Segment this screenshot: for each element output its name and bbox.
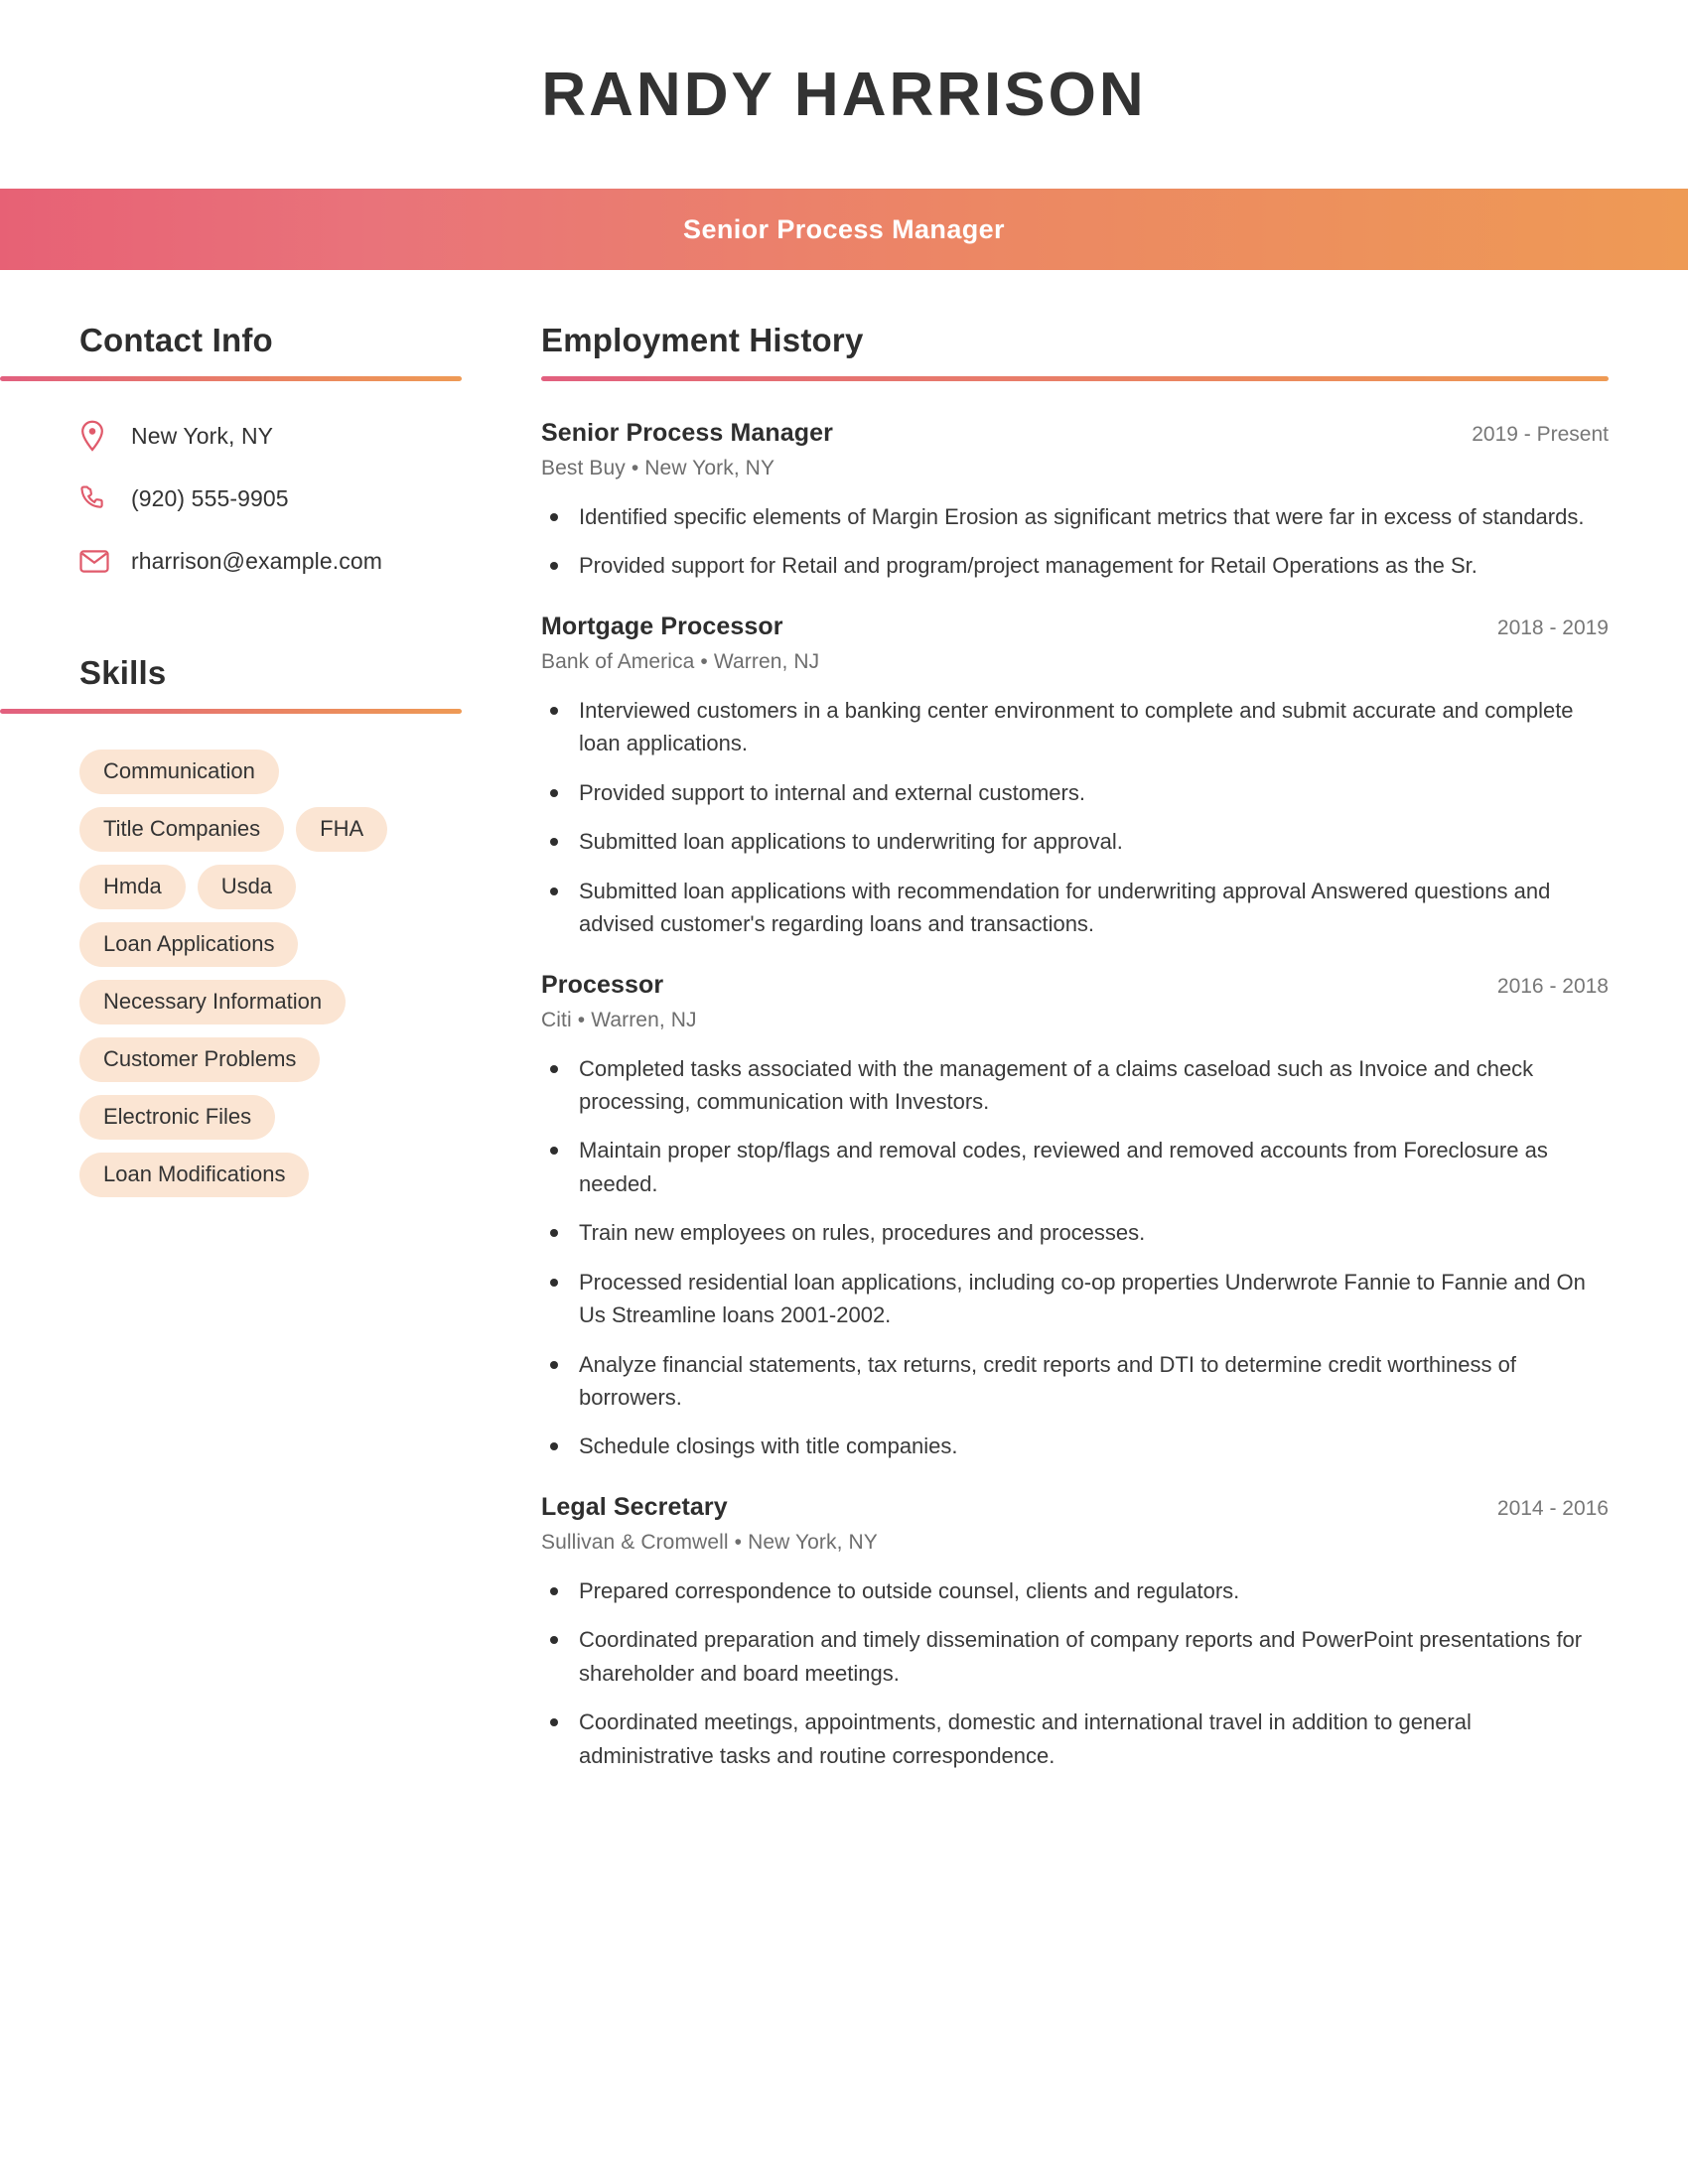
- contact-info-heading: Contact Info: [79, 322, 273, 358]
- job-bullet: Analyze financial statements, tax return…: [541, 1348, 1594, 1415]
- contact-item-location: New York, NY: [79, 419, 526, 453]
- skill-pill: FHA: [296, 807, 388, 852]
- job-company-location: Best Buy • New York, NY: [541, 457, 1609, 480]
- job-bullet: Coordinated meetings, appointments, dome…: [541, 1706, 1594, 1772]
- candidate-name: RANDY HARRISON: [541, 60, 1147, 129]
- skill-pill: Usda: [197, 865, 297, 909]
- contact-item-email: rharrison@example.com: [79, 544, 526, 578]
- job-bullet: Completed tasks associated with the mana…: [541, 1052, 1594, 1119]
- meta-separator: •: [631, 457, 639, 479]
- job-bullet: Interviewed customers in a banking cente…: [541, 694, 1594, 760]
- contact-location-value: New York, NY: [131, 422, 274, 449]
- job-bullet: Prepared correspondence to outside couns…: [541, 1574, 1594, 1607]
- employment-history-heading: Employment History: [541, 322, 864, 358]
- skills-section: Skills Communication Title Companies FHA Hm…: [0, 654, 526, 1197]
- meta-separator: •: [700, 649, 708, 673]
- job-location: New York, NY: [748, 1530, 878, 1554]
- contact-item-phone: (920) 555-9905: [79, 481, 526, 515]
- skill-pill: Title Companies: [79, 807, 285, 852]
- employment-history-list: Senior Process Manager 2019 - Present Best…: [541, 419, 1609, 1772]
- job-bullet: Submitted loan applications with recomme…: [541, 875, 1594, 941]
- job-title: Mortgage Processor: [541, 612, 783, 640]
- meta-separator: •: [734, 1530, 743, 1554]
- job-bullet: Provided support for Retail and program/…: [541, 549, 1594, 582]
- job-bullet-list: Prepared correspondence to outside couns…: [541, 1574, 1609, 1772]
- contact-phone-value: (920) 555-9905: [131, 484, 289, 511]
- job-title: Senior Process Manager: [541, 419, 833, 447]
- job-company-location: Citi • Warren, NJ: [541, 1009, 1609, 1032]
- job-company-location: Sullivan & Cromwell • New York, NY: [541, 1531, 1609, 1555]
- skill-pill: Hmda: [79, 865, 186, 909]
- job-location: Warren, NJ: [713, 649, 820, 673]
- job-entry: Mortgage Processor 2018 - 2019 Bank of Ame…: [541, 613, 1609, 941]
- job-bullet-list: Identified specific elements of Margin E…: [541, 500, 1609, 583]
- job-bullet: Coordinated preparation and timely disse…: [541, 1623, 1594, 1690]
- sidebar: Contact Info New York, NY (920) 555-9905…: [0, 322, 526, 1197]
- job-bullet: Identified specific elements of Margin E…: [541, 500, 1594, 533]
- job-company: Citi: [541, 1008, 572, 1031]
- resume-header: RANDY HARRISON: [0, 0, 1688, 189]
- meta-separator: •: [577, 1008, 586, 1031]
- main-content: Employment History Senior Process Manage…: [526, 322, 1688, 1802]
- skills-divider: [0, 709, 462, 714]
- job-entry: Processor 2016 - 2018 Citi • Warren, NJ Compl…: [541, 971, 1609, 1463]
- job-header: Processor 2016 - 2018: [541, 971, 1609, 1000]
- job-company-location: Bank of America • Warren, NJ: [541, 650, 1609, 674]
- job-entry: Senior Process Manager 2019 - Present Best…: [541, 419, 1609, 583]
- skill-pill: Loan Modifications: [79, 1153, 310, 1197]
- phone-icon: [79, 484, 117, 512]
- job-bullet: Processed residential loan applications,…: [541, 1266, 1594, 1332]
- job-header: Legal Secretary 2014 - 2016: [541, 1493, 1609, 1522]
- resume-page: RANDY HARRISON Senior Process Manager Co…: [0, 0, 1688, 2184]
- job-dates: 2018 - 2019: [1496, 615, 1609, 639]
- resume-body: Contact Info New York, NY (920) 555-9905…: [0, 270, 1688, 1802]
- header-title-band: Senior Process Manager: [0, 189, 1688, 270]
- skill-pill: Loan Applications: [79, 922, 299, 967]
- skills-list: Communication Title Companies FHA Hmda Usda L…: [0, 750, 467, 1197]
- skills-heading: Skills: [79, 654, 167, 691]
- location-pin-icon: [79, 420, 117, 452]
- job-bullet-list: Completed tasks associated with the mana…: [541, 1052, 1609, 1463]
- contact-list: New York, NY (920) 555-9905 rharrison@ex…: [0, 419, 526, 578]
- skill-pill: Necessary Information: [79, 980, 347, 1024]
- employment-history-divider: [541, 376, 1609, 381]
- skill-pill: Electronic Files: [79, 1095, 276, 1140]
- job-bullet: Maintain proper stop/flags and removal c…: [541, 1134, 1594, 1200]
- job-dates: 2014 - 2016: [1496, 1496, 1609, 1520]
- skill-pill: Communication: [79, 750, 279, 794]
- job-title: Processor: [541, 970, 664, 999]
- job-bullet: Provided support to internal and externa…: [541, 776, 1594, 809]
- job-dates: 2019 - Present: [1472, 423, 1609, 446]
- contact-info-divider: [0, 376, 462, 381]
- job-company: Sullivan & Cromwell: [541, 1530, 729, 1554]
- job-bullet: Submitted loan applications to underwrit…: [541, 825, 1594, 858]
- job-entry: Legal Secretary 2014 - 2016 Sullivan & Cro…: [541, 1493, 1609, 1772]
- job-company: Bank of America: [541, 649, 695, 673]
- job-bullet-list: Interviewed customers in a banking cente…: [541, 694, 1609, 941]
- envelope-icon: [79, 549, 117, 574]
- contact-email-value: rharrison@example.com: [131, 547, 382, 574]
- job-header: Mortgage Processor 2018 - 2019: [541, 613, 1609, 641]
- candidate-job-title: Senior Process Manager: [683, 213, 1005, 244]
- job-company: Best Buy: [541, 457, 626, 479]
- job-bullet: Schedule closings with title companies.: [541, 1430, 1594, 1462]
- skill-pill: Customer Problems: [79, 1037, 321, 1082]
- job-dates: 2016 - 2018: [1496, 974, 1609, 998]
- job-location: New York, NY: [644, 457, 775, 479]
- contact-info-section: Contact Info New York, NY (920) 555-9905…: [0, 322, 526, 578]
- job-location: Warren, NJ: [591, 1008, 697, 1031]
- job-header: Senior Process Manager 2019 - Present: [541, 419, 1609, 448]
- job-title: Legal Secretary: [541, 1492, 728, 1521]
- job-bullet: Train new employees on rules, procedures…: [541, 1216, 1594, 1249]
